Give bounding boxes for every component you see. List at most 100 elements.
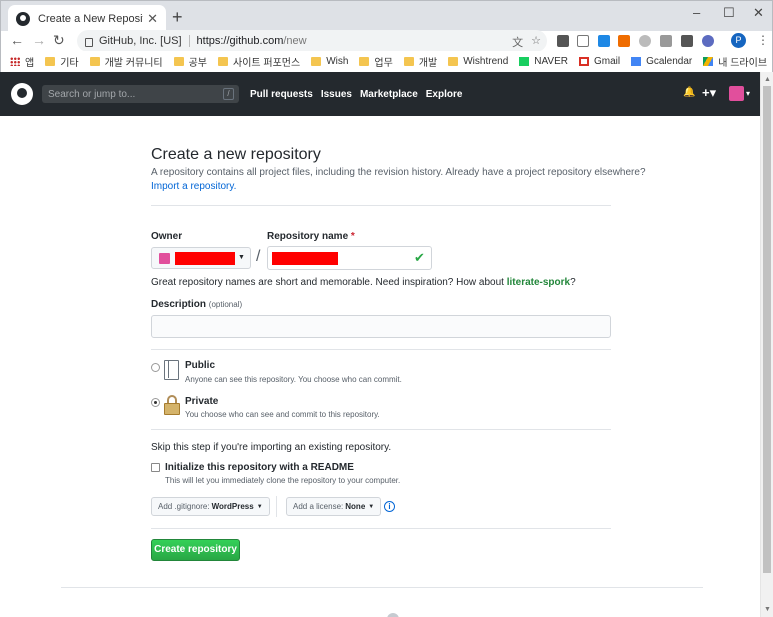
footer-logo-icon — [387, 613, 399, 617]
bookmark-folder[interactable]: 업무 — [359, 54, 393, 69]
tab-title: Create a New Repository — [38, 12, 143, 25]
extension-icon[interactable] — [577, 35, 589, 47]
minimize-button[interactable]: – — [693, 5, 700, 20]
gitignore-value: WordPress — [211, 502, 254, 511]
extension-icon[interactable] — [639, 35, 651, 47]
private-radio[interactable] — [151, 398, 160, 407]
create-repository-button[interactable]: Create repository — [151, 539, 240, 561]
bookmark-label: 기타 — [60, 58, 79, 69]
bookmark-folder[interactable]: 공부 — [173, 54, 207, 69]
bookmark-folder[interactable]: 사이트 퍼포먼스 — [218, 54, 300, 69]
private-title: Private — [185, 396, 219, 407]
page-scrollbar[interactable]: ▲ ▼ — [760, 72, 773, 617]
folder-icon — [359, 57, 370, 66]
avatar-caret-icon[interactable]: ▾ — [746, 89, 750, 98]
required-mark: * — [350, 231, 355, 242]
extension-icon[interactable] — [618, 35, 630, 47]
license-prefix: Add a license: — [293, 502, 344, 511]
public-description: Anyone can see this repository. You choo… — [185, 375, 402, 384]
extension-icon[interactable] — [557, 35, 569, 47]
bookmark-label: 개발 커뮤니티 — [104, 58, 163, 69]
bookmark-label: Gcalendar — [646, 56, 693, 67]
bookmark-folder[interactable]: Wish — [311, 56, 348, 67]
bookmark-apps[interactable]: 앱 — [10, 54, 34, 69]
scroll-up-arrow-icon[interactable]: ▲ — [764, 76, 771, 83]
new-tab-button[interactable]: + — [172, 7, 183, 28]
owner-label: Owner — [151, 231, 183, 242]
star-icon[interactable]: ☆ — [531, 34, 541, 50]
bookmark-naver[interactable]: NAVER — [519, 56, 568, 67]
page-title: Create a new repository — [151, 146, 321, 163]
redacted-owner — [175, 252, 235, 265]
owner-avatar — [159, 253, 170, 264]
bookmark-folder[interactable]: 기타 — [45, 54, 79, 69]
folder-icon — [173, 57, 184, 66]
bookmark-label: Wishtrend — [463, 56, 509, 67]
nav-issues[interactable]: Issues — [321, 89, 352, 100]
bookmark-label: 내 드라이브 — [718, 58, 768, 69]
bookmark-folder[interactable]: Wishtrend — [448, 56, 508, 67]
public-radio[interactable] — [151, 363, 160, 372]
user-avatar[interactable] — [729, 86, 744, 101]
tab-close-icon[interactable]: ✕ — [147, 11, 158, 27]
naver-icon — [519, 57, 530, 66]
footer-divider — [61, 587, 703, 588]
browser-tab[interactable]: Create a New Repository ✕ — [8, 5, 166, 32]
bookmark-label: 개발 — [418, 58, 438, 69]
extension-icon[interactable] — [681, 35, 693, 47]
search-placeholder: Search or jump to... — [48, 88, 136, 100]
back-icon[interactable]: ← — [10, 32, 24, 48]
import-repository-link[interactable]: Import a repository. — [151, 181, 236, 192]
license-value: None — [345, 502, 366, 511]
reload-icon[interactable]: ↻ — [53, 32, 65, 49]
nav-pull-requests[interactable]: Pull requests — [250, 89, 313, 100]
search-input[interactable]: Search or jump to... / — [42, 85, 239, 103]
extension-icon[interactable] — [598, 35, 610, 47]
repository-name-label-text: Repository name — [267, 231, 349, 242]
github-logo-icon[interactable] — [11, 83, 33, 105]
bookmark-gcalendar[interactable]: Gcalendar — [631, 56, 692, 67]
bookmark-folder[interactable]: 개발 커뮤니티 — [89, 54, 163, 69]
bookmark-label: Gmail — [593, 56, 621, 67]
gitignore-select[interactable]: Add .gitignore: WordPress ▼ — [151, 497, 270, 516]
info-icon[interactable]: i — [384, 501, 395, 512]
extension-icon[interactable] — [660, 35, 672, 47]
license-select[interactable]: Add a license: None ▼ — [286, 497, 382, 516]
description-input[interactable] — [151, 315, 611, 338]
drive-icon — [703, 57, 714, 66]
bookmark-folder[interactable]: 개발 — [403, 54, 438, 69]
maximize-button[interactable]: ☐ — [723, 5, 735, 21]
forward-icon[interactable]: → — [32, 32, 46, 48]
folder-icon — [311, 57, 322, 66]
readme-title[interactable]: Initialize this repository with a README — [165, 462, 354, 473]
url-host: https://github.com — [196, 35, 284, 47]
valid-check-icon: ✔ — [414, 250, 425, 265]
browser-toolbar: ← → ↻ GitHub, Inc. [US] https://github.c… — [0, 30, 773, 52]
bookmark-gmail[interactable]: Gmail — [578, 56, 621, 67]
hint-suffix: ? — [570, 277, 576, 288]
repository-name-input[interactable]: ✔ — [267, 246, 432, 270]
bell-icon[interactable]: 🔔 — [683, 87, 695, 98]
bookmark-drive[interactable]: 내 드라이브 — [703, 54, 767, 69]
readme-checkbox[interactable] — [151, 463, 160, 472]
bookmark-label: Wish — [326, 56, 349, 67]
nav-explore[interactable]: Explore — [426, 89, 463, 100]
github-nav: Pull requests Issues Marketplace Explore — [250, 89, 470, 100]
extension-icon[interactable] — [702, 35, 714, 47]
suggested-name[interactable]: literate-spork — [507, 277, 570, 288]
create-new-plus-icon[interactable]: +▾ — [702, 85, 716, 101]
bookmark-label: 업무 — [374, 58, 393, 69]
divider — [151, 429, 611, 430]
owner-select[interactable]: ▼ — [151, 247, 251, 269]
address-bar[interactable]: GitHub, Inc. [US] https://github.com/new… — [77, 30, 547, 52]
scroll-thumb[interactable] — [763, 86, 771, 573]
scroll-down-arrow-icon[interactable]: ▼ — [764, 606, 771, 613]
close-window-button[interactable]: ✕ — [753, 5, 764, 21]
apps-icon — [10, 57, 20, 66]
profile-avatar[interactable]: P — [731, 33, 746, 48]
translate-icon[interactable]: 文 — [512, 34, 523, 50]
private-description: You choose who can see and commit to thi… — [185, 410, 380, 419]
browser-menu-icon[interactable]: ⋮ — [757, 33, 769, 47]
nav-marketplace[interactable]: Marketplace — [360, 89, 418, 100]
redacted-repo-name — [272, 252, 338, 265]
